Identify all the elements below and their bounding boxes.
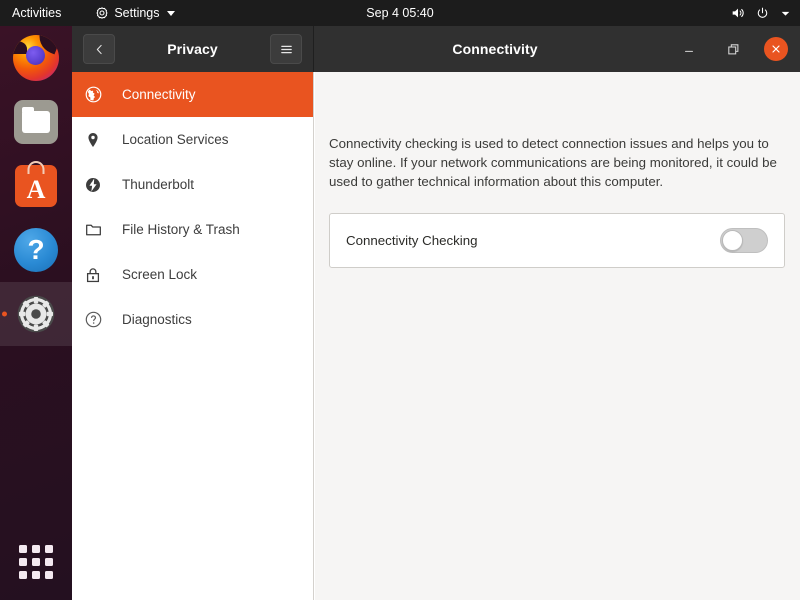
sidebar-item-label: Diagnostics <box>122 311 192 327</box>
settings-gear-icon <box>13 291 59 337</box>
sidebar-item-label: Connectivity <box>122 86 196 102</box>
sidebar-item-file-history-and-trash[interactable]: File History & Trash <box>72 207 313 252</box>
chevron-left-icon <box>96 44 102 54</box>
firefox-icon <box>12 34 60 82</box>
sidebar-item-label: Screen Lock <box>122 266 198 282</box>
sidebar-title: Privacy <box>167 41 218 57</box>
top-bar: Activities Settings Sep 4 05:40 <box>0 0 800 26</box>
globe-icon <box>84 84 114 106</box>
question-circle-icon <box>84 309 114 331</box>
help-icon: ? <box>12 226 60 274</box>
show-applications-button[interactable] <box>0 532 72 592</box>
close-button[interactable] <box>764 37 788 61</box>
minimize-icon <box>685 50 693 52</box>
back-button[interactable] <box>83 34 115 64</box>
sidebar: Connectivity Location Services Thunderbo… <box>72 72 314 600</box>
gear-icon <box>95 6 109 20</box>
dock-item-settings[interactable] <box>0 282 72 346</box>
sidebar-item-location-services[interactable]: Location Services <box>72 117 313 162</box>
sidebar-item-thunderbolt[interactable]: Thunderbolt <box>72 162 313 207</box>
maximize-button[interactable] <box>720 36 746 62</box>
thunderbolt-icon <box>84 174 114 196</box>
dock: A ? <box>0 26 72 600</box>
maximize-icon <box>727 43 738 54</box>
settings-window: Privacy Connectivity Connectivity Locati… <box>72 26 800 600</box>
dock-item-ubuntu-software[interactable]: A <box>0 154 72 218</box>
chevron-down-icon[interactable] <box>779 7 792 20</box>
sidebar-item-screen-lock[interactable]: Screen Lock <box>72 252 313 297</box>
location-pin-icon <box>84 129 114 151</box>
grid-icon <box>19 545 53 579</box>
files-icon <box>12 98 60 146</box>
sidebar-item-label: Location Services <box>122 131 229 147</box>
dock-item-firefox[interactable] <box>0 26 72 90</box>
hamburger-menu-icon <box>280 45 292 53</box>
connectivity-checking-label: Connectivity Checking <box>346 233 478 248</box>
dock-item-files[interactable] <box>0 90 72 154</box>
chevron-down-icon <box>166 10 175 16</box>
folder-icon <box>84 219 114 241</box>
volume-icon[interactable] <box>730 5 746 21</box>
app-menu-settings[interactable]: Settings <box>85 0 184 26</box>
sidebar-header: Privacy <box>72 26 314 72</box>
sidebar-item-label: File History & Trash <box>122 221 240 237</box>
activities-button[interactable]: Activities <box>0 0 71 26</box>
minimize-button[interactable] <box>676 36 702 62</box>
close-icon <box>772 45 780 53</box>
clock-label[interactable]: Sep 4 05:40 <box>366 6 433 20</box>
ubuntu-software-icon: A <box>12 161 60 210</box>
content-header: Connectivity <box>314 26 800 72</box>
connectivity-checking-row[interactable]: Connectivity Checking <box>329 213 785 268</box>
status-area[interactable] <box>730 0 792 26</box>
toggle-knob <box>722 230 743 251</box>
connectivity-checking-toggle[interactable] <box>720 228 768 253</box>
running-indicator-dot <box>2 311 7 317</box>
sidebar-item-label: Thunderbolt <box>122 176 195 192</box>
window-title: Connectivity <box>452 41 538 57</box>
power-icon[interactable] <box>755 6 770 21</box>
sidebar-item-diagnostics[interactable]: Diagnostics <box>72 297 313 342</box>
dock-item-help[interactable]: ? <box>0 218 72 282</box>
sidebar-item-connectivity[interactable]: Connectivity <box>72 72 313 117</box>
hamburger-menu-button[interactable] <box>270 34 302 64</box>
lock-icon <box>84 264 114 286</box>
content-panel: Connectivity checking is used to detect … <box>315 72 800 600</box>
app-menu-label: Settings <box>114 6 160 20</box>
connectivity-description: Connectivity checking is used to detect … <box>329 136 777 189</box>
